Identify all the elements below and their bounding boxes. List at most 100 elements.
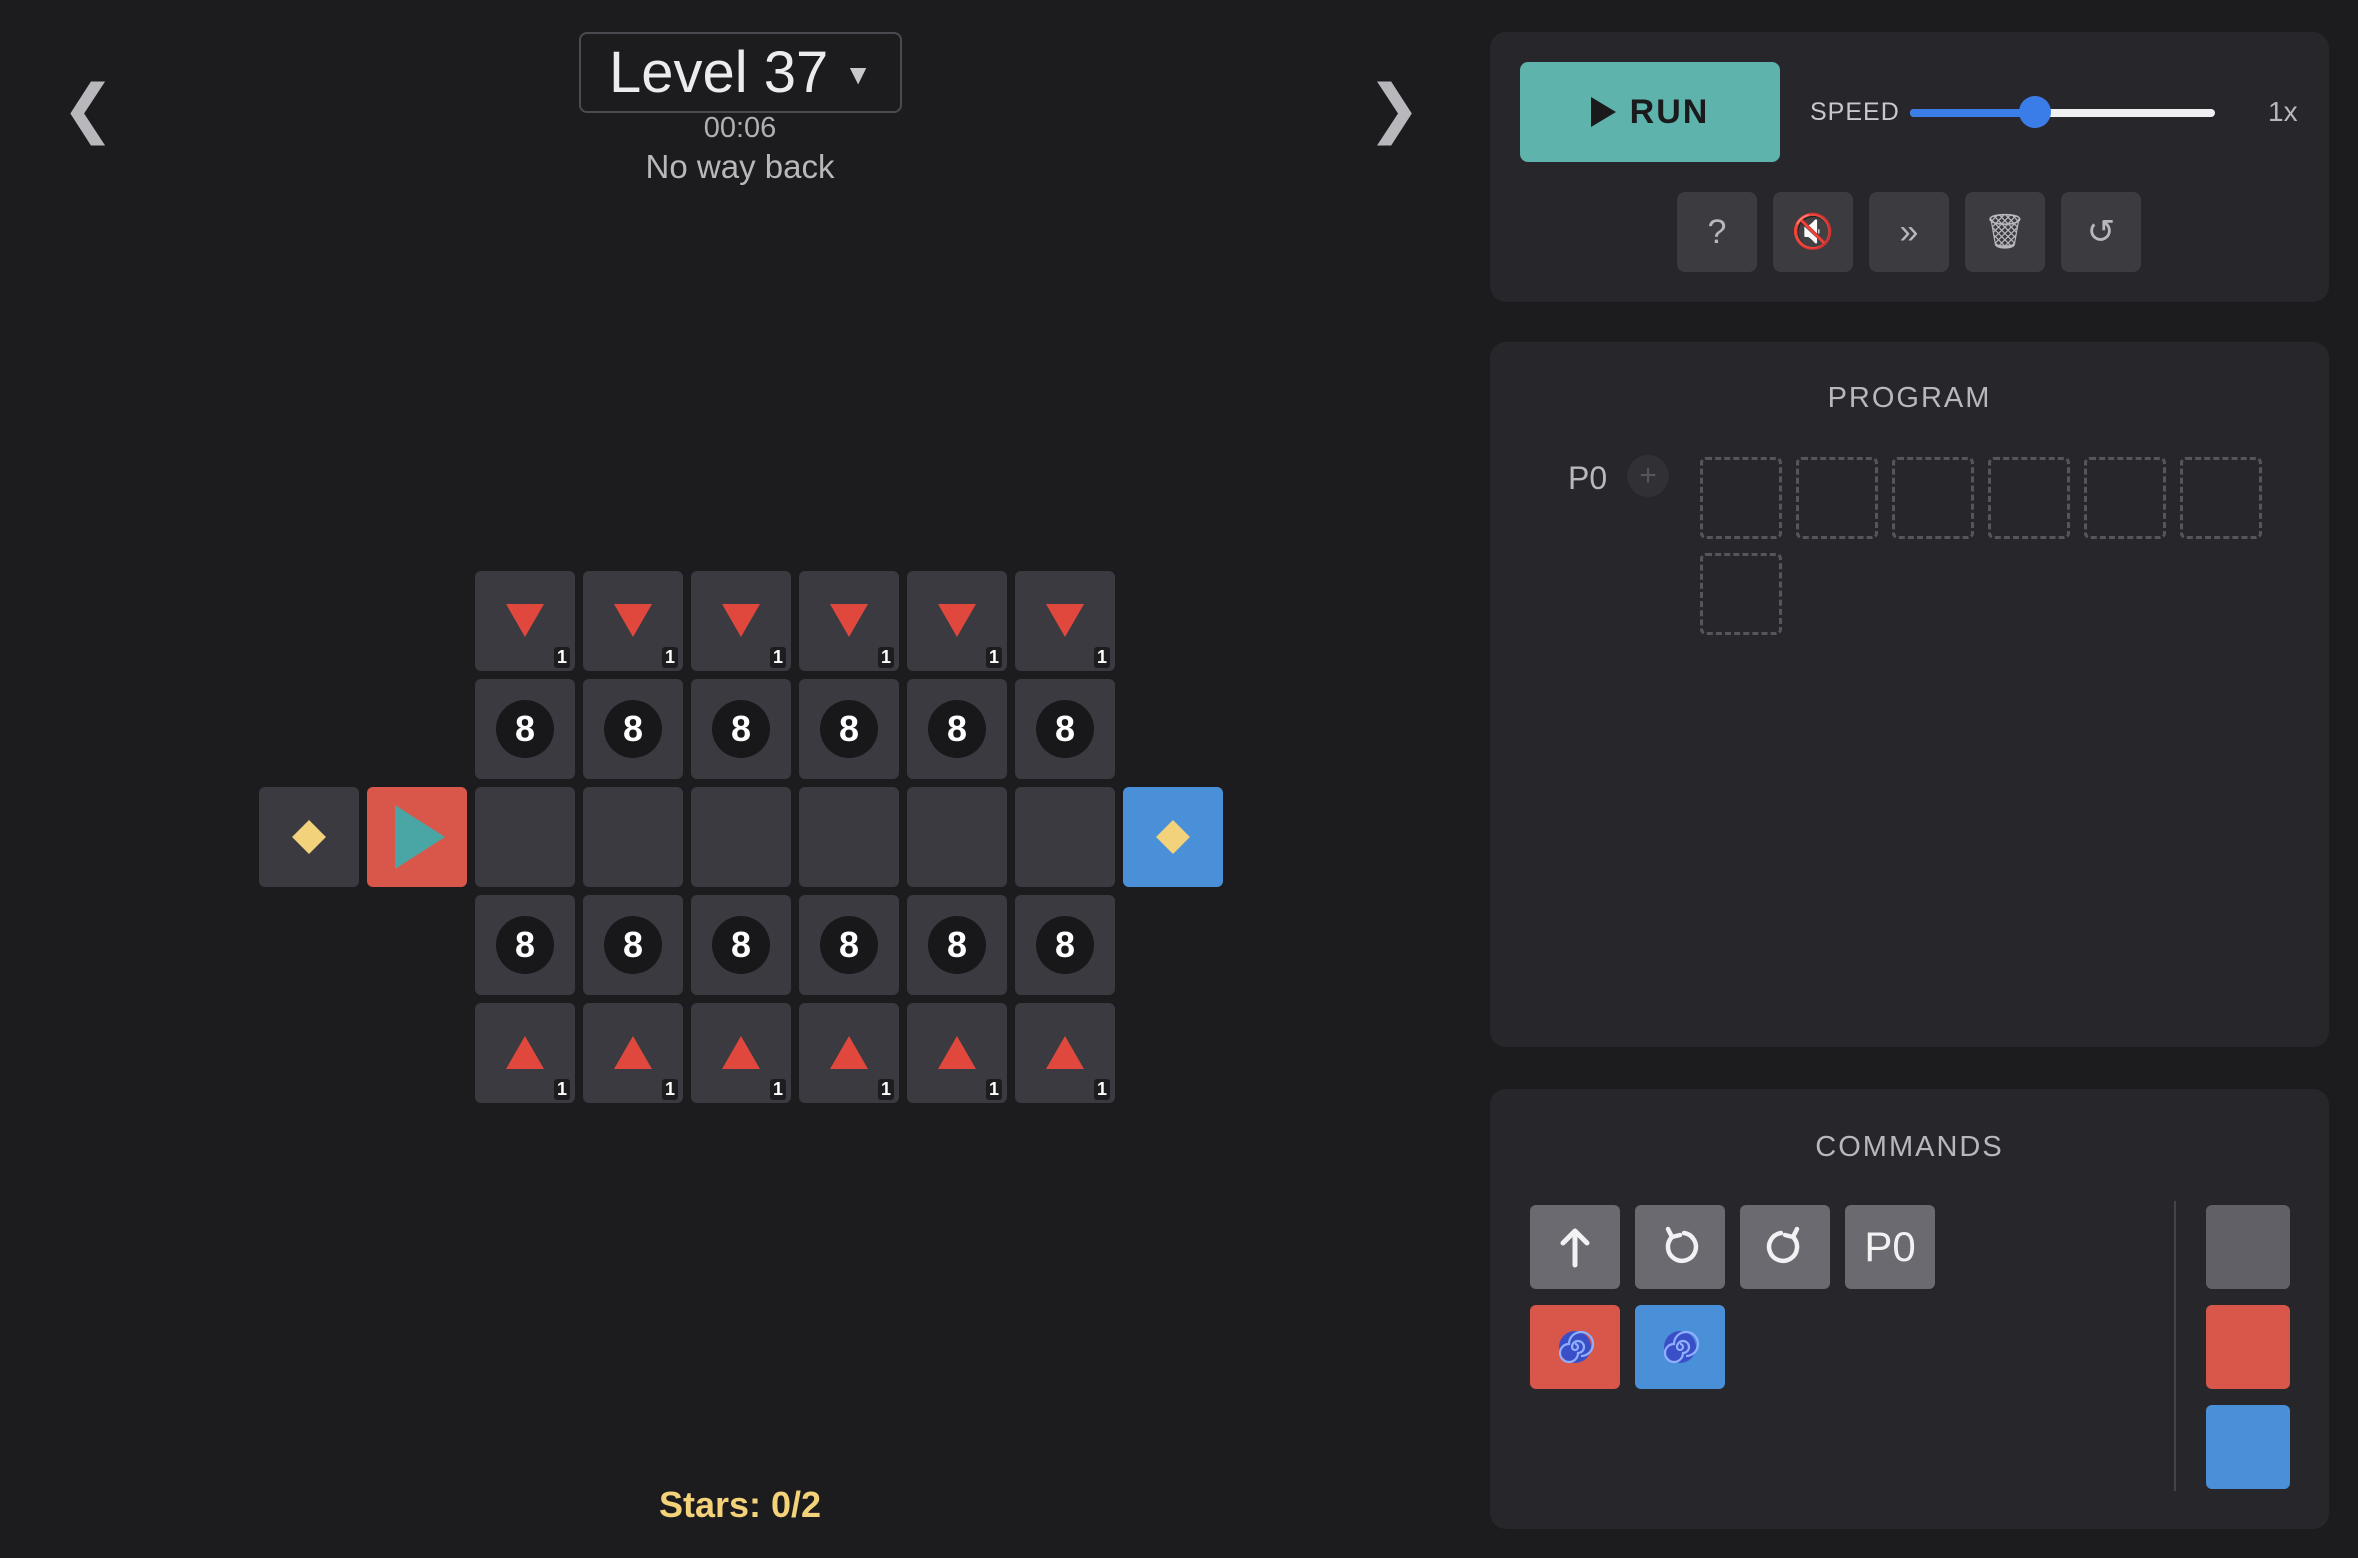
program-slot[interactable] xyxy=(1892,457,1974,539)
function-p0-label: P0 xyxy=(1568,460,1608,496)
program-panel: PROGRAM P0 + xyxy=(1490,342,2329,1047)
mute-button[interactable]: 🔇 xyxy=(1773,192,1853,272)
up-triangle-icon xyxy=(1046,1036,1084,1069)
mute-icon: 🔇 xyxy=(1791,213,1835,251)
board-tile: 1 xyxy=(907,1003,1007,1103)
board-tile: 1 xyxy=(475,1003,575,1103)
timer: 00:06 xyxy=(703,112,777,144)
turn-left-icon xyxy=(1665,1226,1699,1264)
function-p0-command-button[interactable]: P0 xyxy=(1845,1205,1935,1289)
board-tile: 8 xyxy=(799,895,899,995)
up-triangle-icon xyxy=(614,1036,652,1069)
up-triangle-icon xyxy=(830,1036,868,1069)
down-triangle-icon xyxy=(614,604,652,637)
triangle-count: 1 xyxy=(985,647,1002,668)
eight-ball-icon: 8 xyxy=(820,700,878,758)
triangle-count: 1 xyxy=(769,647,786,668)
level-label: Level 37 xyxy=(608,40,829,105)
next-level-arrow-icon[interactable]: ❯ xyxy=(1364,72,1424,144)
board-tile: 8 xyxy=(1015,895,1115,995)
up-triangle-icon xyxy=(938,1036,976,1069)
program-slot[interactable] xyxy=(1700,553,1782,635)
board-tile xyxy=(475,787,575,887)
board-tile: 8 xyxy=(475,679,575,779)
board-tile: 8 xyxy=(1015,679,1115,779)
function-p0-command-label: P0 xyxy=(1864,1223,1916,1270)
slider-fill xyxy=(1910,109,2036,117)
chevron-down-icon: ▼ xyxy=(844,58,872,90)
eight-ball-icon: 8 xyxy=(712,700,770,758)
program-slot[interactable] xyxy=(1988,457,2070,539)
fast-forward-icon: » xyxy=(1899,212,1919,251)
level-subtitle: No way back xyxy=(645,148,835,185)
triangle-count: 1 xyxy=(985,1079,1002,1100)
color-gray-button[interactable] xyxy=(2206,1205,2290,1289)
board-tile: 1 xyxy=(799,571,899,671)
up-triangle-icon xyxy=(506,1036,544,1069)
triangle-count: 1 xyxy=(1093,1079,1110,1100)
board-tile: 1 xyxy=(691,571,791,671)
color-blue-button[interactable] xyxy=(2206,1405,2290,1489)
triangle-count: 1 xyxy=(553,1079,570,1100)
program-slot[interactable] xyxy=(2084,457,2166,539)
speed-slider[interactable] xyxy=(1910,96,2215,128)
board-tile: 1 xyxy=(475,571,575,671)
eight-ball-icon: 8 xyxy=(496,700,554,758)
program-slot[interactable] xyxy=(2180,457,2262,539)
down-triangle-icon xyxy=(830,604,868,637)
eight-ball-icon: 8 xyxy=(1036,700,1094,758)
turn-right-command-button[interactable] xyxy=(1740,1205,1830,1289)
triangle-count: 1 xyxy=(661,1079,678,1100)
eight-ball-icon: 8 xyxy=(820,916,878,974)
add-function-button[interactable]: + xyxy=(1627,455,1669,497)
star-diamond-icon xyxy=(292,820,326,854)
board-tile: 8 xyxy=(691,679,791,779)
down-triangle-icon xyxy=(722,604,760,637)
board-tile xyxy=(1015,787,1115,887)
program-title: PROGRAM xyxy=(1827,382,1992,414)
board-tile-blue xyxy=(1123,787,1223,887)
paint-blue-command-button[interactable] xyxy=(1635,1305,1725,1389)
run-button[interactable]: RUN xyxy=(1520,62,1780,162)
eight-ball-icon: 8 xyxy=(928,700,986,758)
previous-level-arrow-icon[interactable]: ❮ xyxy=(58,72,118,144)
fast-forward-button[interactable]: » xyxy=(1869,192,1949,272)
forward-command-button[interactable] xyxy=(1530,1205,1620,1289)
eight-ball-icon: 8 xyxy=(496,916,554,974)
board-tile-red xyxy=(367,787,467,887)
triangle-count: 1 xyxy=(1093,647,1110,668)
level-select[interactable]: Level 37 ▼ xyxy=(579,32,902,113)
up-triangle-icon xyxy=(722,1036,760,1069)
forward-arrow-icon xyxy=(1560,1228,1590,1268)
slider-thumb[interactable] xyxy=(2019,96,2052,128)
triangle-count: 1 xyxy=(769,1079,786,1100)
help-button[interactable]: ? xyxy=(1677,192,1757,272)
board-tile: 1 xyxy=(583,1003,683,1103)
paint-red-command-button[interactable] xyxy=(1530,1305,1620,1389)
triangle-count: 1 xyxy=(661,647,678,668)
down-triangle-icon xyxy=(938,604,976,637)
reset-button[interactable]: ↺ xyxy=(2061,192,2141,272)
eight-ball-icon: 8 xyxy=(928,916,986,974)
spiral-red-icon xyxy=(1558,1330,1595,1364)
triangle-count: 1 xyxy=(877,647,894,668)
board-tile: 1 xyxy=(1015,571,1115,671)
program-slot[interactable] xyxy=(1796,457,1878,539)
program-slot[interactable] xyxy=(1700,457,1782,539)
player-arrow-icon xyxy=(395,805,445,869)
eight-ball-icon: 8 xyxy=(604,700,662,758)
trash-button[interactable]: 🗑 xyxy=(1965,192,2045,272)
down-triangle-icon xyxy=(1046,604,1084,637)
reset-icon: ↺ xyxy=(2086,213,2116,251)
trash-icon: 🗑 xyxy=(1983,213,2027,251)
board-tile: 1 xyxy=(1015,1003,1115,1103)
controls-panel: RUN SPEED 1x ? 🔇 » 🗑 ↺ xyxy=(1490,32,2329,302)
board-tile xyxy=(583,787,683,887)
eight-ball-icon: 8 xyxy=(1036,916,1094,974)
speed-label: SPEED xyxy=(1810,98,1900,126)
turn-left-command-button[interactable] xyxy=(1635,1205,1725,1289)
board-tile: 8 xyxy=(691,895,791,995)
down-triangle-icon xyxy=(506,604,544,637)
eight-ball-icon: 8 xyxy=(604,916,662,974)
color-red-button[interactable] xyxy=(2206,1305,2290,1389)
